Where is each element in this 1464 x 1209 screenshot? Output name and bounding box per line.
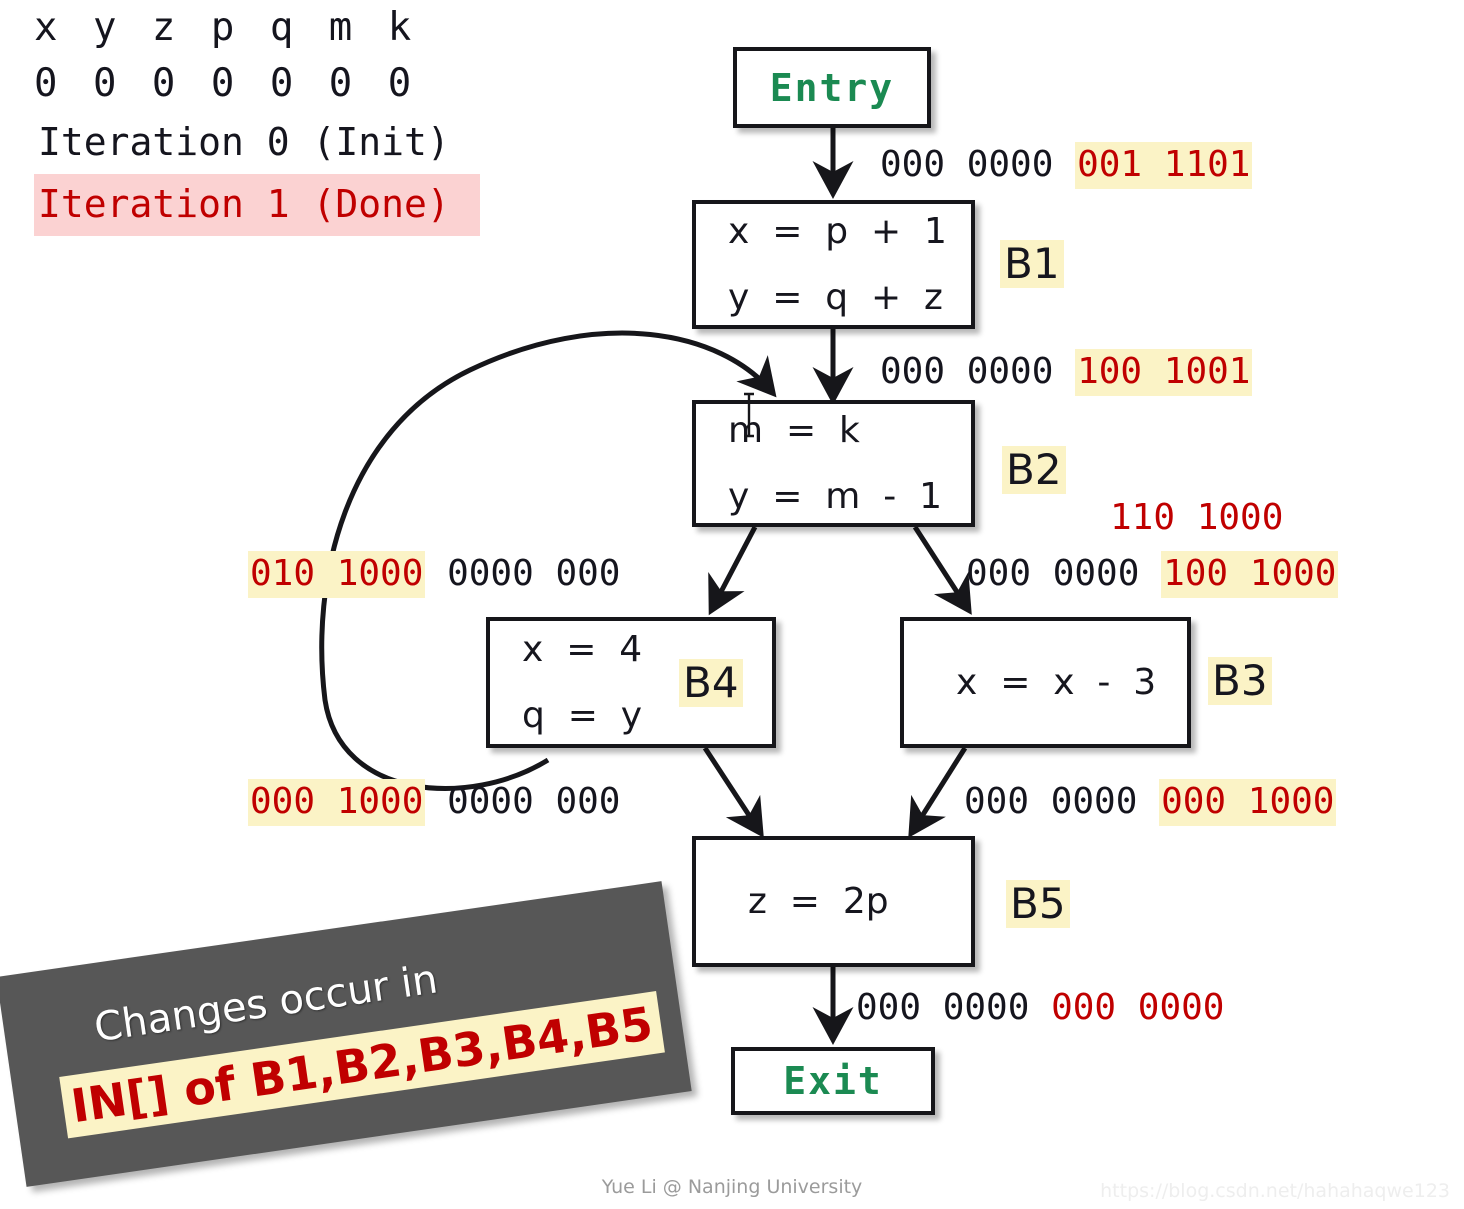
annotation-b1-to-b2-black: 000 0000: [880, 351, 1054, 392]
node-b1[interactable]: x = p + 1 y = q + z: [692, 200, 975, 329]
annotation-entry-to-b1: 000 0000 001 1101: [880, 142, 1253, 189]
annotation-b4-to-b5-red: 000 1000: [248, 779, 426, 826]
exit-label: Exit: [783, 1059, 883, 1103]
annotation-b2-extra-red-value: 110 1000: [1110, 497, 1284, 538]
node-entry[interactable]: Entry: [733, 47, 931, 128]
annotation-b5-to-exit: 000 0000 000 0000: [856, 990, 1224, 1026]
variable-bits-row: 0 0 0 0 0 0 0: [34, 61, 418, 106]
annotation-entry-to-b1-red: 001 1101: [1075, 142, 1253, 189]
block-tag-b4: B4: [679, 659, 743, 708]
annotation-b2-to-b4-black: 0000 000: [447, 553, 621, 594]
edge-b4-b5: [702, 746, 764, 838]
variable-legend: x y z p q m k 0 0 0 0 0 0 0 Iteration 0 …: [34, 0, 554, 236]
annotation-b3-to-b5-red: 000 1000: [1159, 779, 1337, 826]
block-tag-b3: B3: [1208, 657, 1272, 706]
edge-b3-b5: [908, 746, 968, 838]
annotation-b1-to-b2: 000 0000 100 1001: [880, 349, 1253, 396]
iteration-1-label: Iteration 1 (Done): [34, 174, 480, 236]
annotation-b2-to-b3: 000 0000 100 1000: [966, 551, 1339, 598]
block-tag-b1: B1: [1000, 240, 1064, 289]
annotation-b4-to-b5: 000 1000 0000 000: [248, 779, 621, 826]
callout-banner: Changes occur in IN[] of B1,B2,B3,B4,B5: [0, 881, 692, 1187]
b2-statement-1: m = k: [728, 409, 860, 451]
annotation-b3-to-b5: 000 0000 000 1000: [964, 779, 1337, 826]
block-tag-b5: B5: [1006, 880, 1070, 929]
annotation-b3-to-b5-black: 000 0000: [964, 781, 1138, 822]
annotation-b2-extra-red: 110 1000: [1110, 500, 1283, 536]
node-b5[interactable]: z = 2p: [692, 836, 975, 967]
iteration-0-label: Iteration 0 (Init): [38, 120, 450, 164]
variable-names-row: x y z p q m k: [34, 5, 418, 50]
edge-b2-b3: [912, 525, 972, 615]
entry-label: Entry: [769, 65, 895, 110]
node-b3[interactable]: x = x - 3: [900, 617, 1191, 748]
annotation-entry-to-b1-black: 000 0000: [880, 144, 1054, 185]
b2-statement-2: y = m - 1: [728, 475, 942, 517]
annotation-b4-to-b5-black: 0000 000: [447, 781, 621, 822]
b3-statement-1: x = x - 3: [956, 661, 1157, 703]
watermark-url: https://blog.csdn.net/hahahaqwe123: [1100, 1180, 1450, 1202]
annotation-b5-to-exit-black: 000 0000: [856, 987, 1030, 1028]
annotation-b2-to-b4: 010 1000 0000 000: [248, 551, 621, 598]
annotation-b1-to-b2-red: 100 1001: [1075, 349, 1253, 396]
b5-statement-1: z = 2p: [748, 880, 889, 922]
node-exit[interactable]: Exit: [731, 1047, 935, 1115]
b1-statement-2: y = q + z: [728, 276, 943, 318]
b1-statement-1: x = p + 1: [728, 210, 947, 252]
node-b2[interactable]: m = k y = m - 1: [692, 400, 975, 527]
annotation-b2-to-b4-red: 010 1000: [248, 551, 426, 598]
annotation-b5-to-exit-red: 000 0000: [1051, 987, 1225, 1028]
block-tag-b2: B2: [1002, 446, 1066, 495]
edge-b2-b4: [708, 525, 758, 616]
annotation-b2-to-b3-red: 100 1000: [1161, 551, 1339, 598]
annotation-b2-to-b3-black: 000 0000: [966, 553, 1140, 594]
